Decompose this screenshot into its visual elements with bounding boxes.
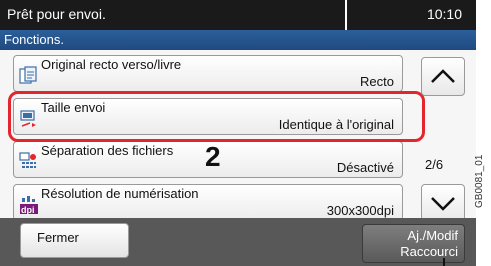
chevron-down-icon bbox=[431, 197, 455, 211]
status-time: 10:10 bbox=[426, 6, 462, 22]
screen-title: Fonctions. bbox=[4, 32, 64, 47]
dpi-icon: dpi bbox=[19, 195, 39, 215]
list-item-label: Original recto verso/livre bbox=[41, 57, 182, 72]
callout-number: 2 bbox=[205, 141, 221, 172]
operation-panel: Prêt pour envoi. 10:10 Fonctions. Origin… bbox=[0, 0, 476, 266]
list-item-label: Résolution de numérisation bbox=[41, 186, 199, 201]
list-item-label: Séparation des fichiers bbox=[41, 143, 174, 158]
screen-header: Fonctions. bbox=[0, 30, 476, 50]
shortcut-label-line2: Raccourci bbox=[400, 244, 458, 259]
close-button[interactable]: Fermer bbox=[20, 223, 129, 258]
page-indicator: 2/6 bbox=[425, 157, 444, 172]
status-divider bbox=[345, 0, 347, 30]
chevron-up-icon bbox=[431, 69, 455, 83]
shortcut-label-line1: Aj./Modif bbox=[407, 228, 458, 243]
list-item-value: 300x300dpi bbox=[326, 203, 394, 218]
scroll-up-button[interactable] bbox=[421, 57, 465, 96]
selection-highlight bbox=[8, 91, 425, 142]
status-message: Prêt pour envoi. bbox=[7, 6, 106, 22]
image-code: GB0081_01 bbox=[474, 154, 485, 208]
list-item-scan-resolution[interactable]: dpi Résolution de numérisation 300x300dp… bbox=[13, 184, 403, 221]
list-item-value: Recto bbox=[360, 74, 394, 89]
list-item-duplex-original[interactable]: Original recto verso/livre Recto bbox=[13, 55, 403, 92]
list-item-value: Désactivé bbox=[336, 160, 394, 175]
svg-text:dpi: dpi bbox=[21, 205, 35, 215]
pointer-line bbox=[443, 258, 445, 266]
close-button-label: Fermer bbox=[37, 230, 79, 245]
status-bar: Prêt pour envoi. 10:10 bbox=[0, 0, 476, 30]
duplex-original-icon bbox=[19, 66, 39, 86]
file-separation-icon bbox=[19, 152, 39, 172]
add-edit-shortcut-button[interactable]: Aj./Modif Raccourci bbox=[362, 224, 465, 263]
